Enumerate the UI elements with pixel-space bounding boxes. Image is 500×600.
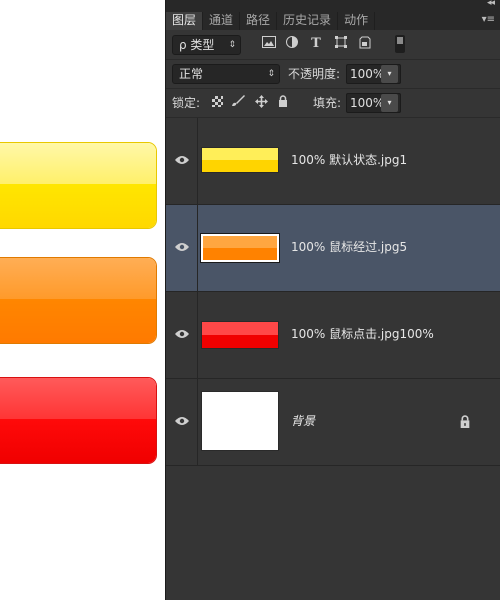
panel-menu-icon[interactable]: ▾≡ — [482, 12, 495, 28]
opacity-value: 100% — [350, 67, 385, 81]
fill-dropdown-icon[interactable]: ▾ — [381, 94, 398, 112]
visibility-toggle[interactable] — [166, 205, 198, 291]
lock-label: 锁定: — [172, 96, 201, 110]
layer-thumbnail — [201, 147, 279, 173]
canvas-yellow-button — [0, 142, 157, 229]
lock-image-icon[interactable] — [230, 95, 246, 111]
opacity-label: 不透明度: — [288, 67, 341, 81]
select-arrow-icon: ⇕ — [228, 40, 236, 50]
layer-name: 背景 — [291, 414, 316, 428]
filter-row: ρ 类型 ⇕ T — [166, 30, 500, 60]
visibility-toggle[interactable] — [166, 118, 198, 204]
layer-row-hover[interactable]: 100% 鼠标经过.jpg5 — [166, 205, 500, 292]
blend-mode-select[interactable]: 正常 ⇕ — [172, 64, 280, 84]
layer-name: 100% 默认状态.jpg1 — [291, 153, 408, 167]
layer-row-background[interactable]: 背景 — [166, 379, 500, 466]
eye-icon[interactable] — [175, 416, 189, 426]
layer-lock-icon[interactable] — [459, 415, 471, 428]
layer-row-default[interactable]: 100% 默认状态.jpg1 — [166, 118, 500, 205]
lock-row: 锁定: 填充: 100% ▾ — [166, 89, 500, 118]
shape-filter-icon[interactable] — [333, 36, 349, 52]
fill-value: 100% — [350, 96, 385, 110]
panel-collapse-bar[interactable]: ◂◂ — [166, 0, 500, 12]
smart-object-filter-icon[interactable] — [357, 36, 373, 52]
layer-row-click[interactable]: 100% 鼠标点击.jpg100% — [166, 292, 500, 379]
tab-channels[interactable]: 通道 — [203, 12, 241, 30]
eye-icon[interactable] — [175, 155, 189, 165]
panel-tabs: 图层 通道 路径 历史记录 动作 ▾≡ — [166, 12, 500, 30]
opacity-dropdown-icon[interactable]: ▾ — [381, 65, 398, 83]
visibility-toggle[interactable] — [166, 292, 198, 378]
layer-thumbnail — [201, 391, 279, 451]
tab-actions[interactable]: 动作 — [338, 12, 376, 30]
blend-row: 正常 ⇕ 不透明度: 100% ▾ — [166, 60, 500, 89]
canvas-orange-button — [0, 257, 157, 344]
tab-history[interactable]: 历史记录 — [277, 12, 339, 30]
blend-mode-value: 正常 — [179, 67, 204, 81]
lock-position-icon[interactable] — [253, 95, 269, 111]
layer-thumbnail — [201, 321, 279, 349]
lock-all-icon[interactable] — [275, 95, 291, 111]
adjustment-filter-icon[interactable] — [284, 36, 300, 52]
type-filter-icon[interactable]: T — [308, 36, 324, 52]
filter-kind-select[interactable]: ρ 类型 ⇕ — [172, 35, 241, 55]
visibility-toggle[interactable] — [166, 379, 198, 465]
canvas-red-button — [0, 377, 157, 464]
lock-transparent-icon[interactable] — [209, 96, 225, 112]
layers-panel: ◂◂ 图层 通道 路径 历史记录 动作 ▾≡ ρ 类型 ⇕ T 正常 ⇕ 不透明… — [165, 0, 500, 600]
tab-layers[interactable]: 图层 — [166, 12, 204, 30]
tab-paths[interactable]: 路径 — [240, 12, 278, 30]
eye-icon[interactable] — [175, 242, 189, 252]
collapse-icon[interactable]: ◂◂ — [487, 0, 495, 8]
fill-label: 填充: — [313, 96, 342, 110]
layer-thumbnail — [200, 233, 280, 263]
eye-icon[interactable] — [175, 329, 189, 339]
layer-list: 100% 默认状态.jpg1 100% 鼠标经过.jpg5 100% 鼠标点击.… — [166, 118, 500, 466]
layer-name: 100% 鼠标经过.jpg5 — [291, 240, 408, 254]
select-arrow-icon: ⇕ — [267, 69, 275, 79]
image-filter-icon[interactable] — [261, 36, 277, 52]
filter-kind-label: ρ 类型 — [179, 38, 215, 52]
layer-name: 100% 鼠标点击.jpg100% — [291, 327, 434, 341]
filter-toggle-icon[interactable] — [392, 35, 408, 53]
